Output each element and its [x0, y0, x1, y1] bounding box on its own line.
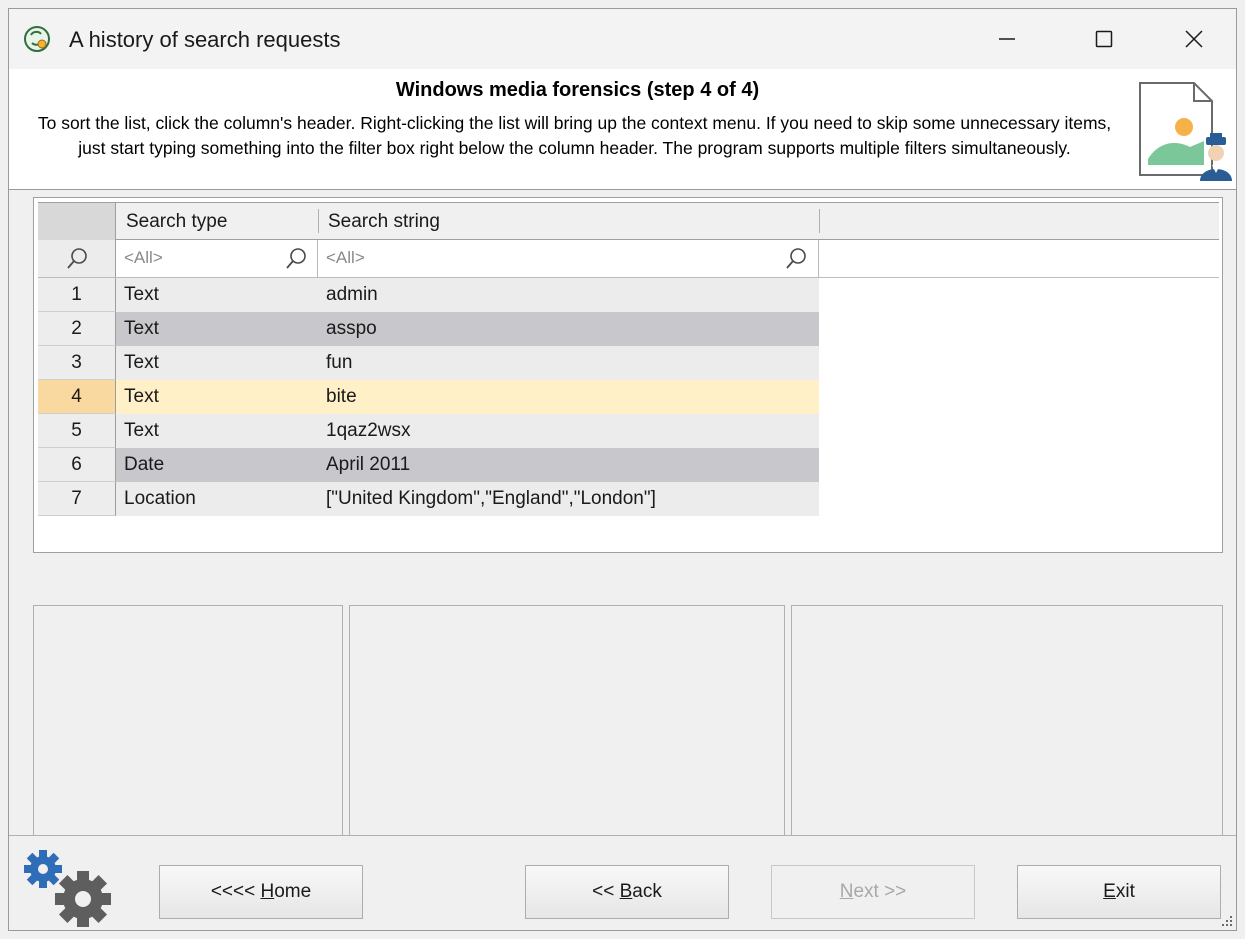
main-window: A history of search requests Windows med…: [8, 8, 1237, 931]
filter-corner: [38, 240, 116, 277]
exit-button-label: xit: [1115, 881, 1135, 902]
resize-grip-icon[interactable]: [1220, 914, 1234, 928]
cell-search-type: Text: [124, 386, 159, 407]
table-row[interactable]: Text bite: [116, 380, 819, 414]
table-row[interactable]: Text 1qaz2wsx: [116, 414, 819, 448]
table-row[interactable]: Text asspo: [116, 312, 819, 346]
table-row[interactable]: Text fun: [116, 346, 819, 380]
image-document-with-police-officer-icon: [1139, 82, 1232, 181]
wizard-header: Windows media forensics (step 4 of 4) To…: [9, 69, 1236, 190]
back-button[interactable]: << Back: [525, 865, 729, 919]
row-number[interactable]: 5: [38, 414, 116, 448]
cell-search-type: Text: [124, 284, 159, 305]
filter-search-icon[interactable]: [284, 247, 308, 271]
next-button-accesskey: N: [839, 881, 854, 902]
maximize-button[interactable]: [1059, 9, 1149, 69]
row-number[interactable]: 6: [38, 448, 116, 482]
cell-search-type: Text: [124, 318, 159, 339]
grid-header-row: Search type Search string: [38, 202, 1219, 240]
filter-search-string[interactable]: <All>: [318, 240, 819, 277]
table-row[interactable]: Location ["United Kingdom","England","Lon…: [116, 482, 819, 516]
cell-search-string: asspo: [326, 318, 377, 339]
cell-search-type: Text: [124, 352, 159, 373]
minimize-button[interactable]: [962, 9, 1052, 69]
window-title: A history of search requests: [69, 27, 341, 52]
search-icon: [67, 248, 87, 269]
app-icon: [24, 26, 50, 52]
title-bar[interactable]: A history of search requests: [9, 9, 1236, 69]
results-grid[interactable]: Search type Search string <All> <All> 1 …: [33, 197, 1223, 553]
row-number[interactable]: 4: [38, 380, 116, 414]
cell-search-type: Date: [124, 454, 165, 475]
filter-row: <All> <All>: [38, 240, 1219, 278]
exit-button-accesskey: E: [1103, 881, 1116, 902]
wizard-instructions: To sort the list, click the column's hea…: [37, 113, 1112, 158]
settings-gear-icon[interactable]: [21, 847, 117, 931]
cell-search-string: admin: [326, 284, 378, 305]
table-row[interactable]: Date April 2011: [116, 448, 819, 482]
info-panel-middle: [349, 605, 785, 835]
row-number[interactable]: 2: [38, 312, 116, 346]
column-header-search-type[interactable]: Search type: [116, 203, 318, 240]
close-button[interactable]: [1149, 9, 1236, 69]
row-number[interactable]: 3: [38, 346, 116, 380]
cell-search-string: 1qaz2wsx: [326, 420, 411, 441]
next-button[interactable]: Next >>: [771, 865, 975, 919]
cell-search-string: April 2011: [326, 454, 411, 475]
back-button-accesskey: B: [619, 881, 633, 902]
cell-search-type: Text: [124, 420, 159, 441]
wizard-step-title: Windows media forensics (step 4 of 4): [395, 79, 760, 101]
cell-search-type: Location: [124, 488, 196, 509]
info-panel-right: [791, 605, 1223, 835]
back-button-label: ack: [632, 881, 662, 902]
row-number[interactable]: 7: [38, 482, 116, 516]
maximize-icon: [1095, 30, 1113, 48]
home-button-accesskey: H: [260, 881, 275, 902]
row-number[interactable]: 1: [38, 278, 116, 312]
back-button-prefix: <<: [592, 881, 620, 902]
close-icon: [1185, 30, 1203, 48]
filter-search-type-value: <All>: [124, 248, 163, 267]
cell-search-string: ["United Kingdom","England","London"]: [326, 488, 656, 509]
minimize-icon: [999, 38, 1015, 40]
cell-search-string: fun: [326, 352, 353, 373]
filter-search-icon[interactable]: [784, 247, 808, 271]
filter-search-string-value: <All>: [326, 248, 365, 267]
footer-divider: [9, 835, 1236, 836]
table-row[interactable]: Text admin: [116, 278, 819, 312]
exit-button[interactable]: Exit: [1017, 865, 1221, 919]
info-panel-left: [33, 605, 343, 835]
home-button-prefix: <<<<: [210, 881, 261, 902]
next-button-label: ext >>: [853, 881, 907, 902]
home-button[interactable]: <<<< Home: [159, 865, 363, 919]
filter-search-type[interactable]: <All>: [116, 240, 318, 277]
home-button-label: ome: [274, 881, 312, 902]
column-header-search-string[interactable]: Search string: [318, 203, 819, 240]
grid-corner[interactable]: [38, 203, 116, 240]
cell-search-string: bite: [326, 386, 357, 407]
